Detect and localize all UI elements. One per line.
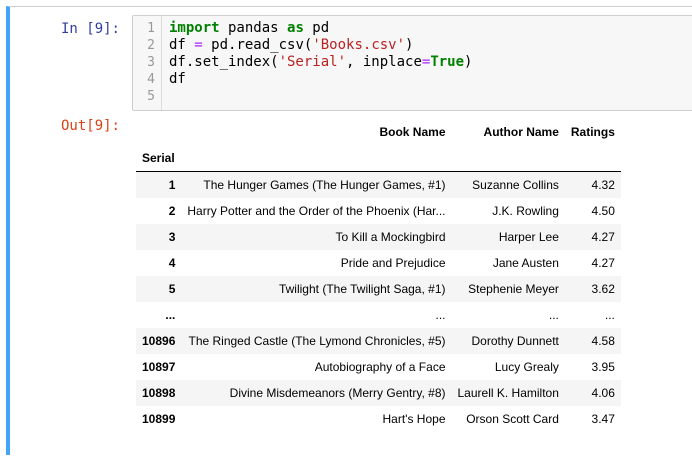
line-number: 5 [147,89,155,104]
blank-corner [136,119,181,145]
rating-cell: 4.27 [591,256,615,270]
code-editor[interactable]: 1 2 3 4 5 import pandas as pd df = pd.re… [132,15,692,111]
row-index: 10899 [142,412,176,426]
rating-cell: 4.06 [591,386,615,400]
row-index: 10897 [142,360,176,374]
column-header-book-name: Book Name [379,125,446,139]
row-index: 10898 [142,386,176,400]
code-line-4: df [169,71,186,87]
book-name-cell: Hart's Hope [382,412,446,426]
output-area: Book Name Author Name Ratings Serial 1 T… [132,119,692,454]
row-index: 5 [168,282,176,296]
author-name-cell: Lucy Grealy [494,360,559,374]
code-token: ) [464,54,473,70]
rating-cell: 4.32 [564,171,621,198]
row-index: 3 [168,230,176,244]
output-prompt: Out[9]: [60,118,120,134]
book-name-cell: Autobiography of a Face [314,360,446,374]
code-line-2: df = pd.read_csv('Books.csv') [169,37,413,54]
book-name-cell: The Hunger Games (The Hunger Games, #1) [181,171,452,198]
book-name-cell: To Kill a Mockingbird [335,230,446,244]
rating-cell: 3.62 [591,282,615,296]
code-line-1: import pandas as pd [169,20,329,37]
row-index: 4 [168,256,176,270]
rating-cell: 4.50 [591,204,615,218]
line-number: 1 [147,21,155,36]
code-token: df.set_index( [169,54,279,70]
book-name-cell: The Ringed Castle (The Lymond Chronicles… [188,334,446,348]
code-line-3: df.set_index('Serial', inplace=True) [169,54,472,71]
code-cell[interactable]: In [9]: 1 2 3 4 5 import pandas as pd df… [6,6,692,455]
ellipsis-row: ... ... ... ... [136,302,621,328]
book-name-cell: Twilight (The Twilight Saga, #1) [278,282,446,296]
book-name-cell: ... [435,308,446,322]
code-token: , inplace [346,54,422,70]
code-token: df [169,37,195,53]
input-prompt: In [9]: [60,21,120,37]
line-number: 3 [147,55,155,70]
blank-cell [181,145,451,172]
blank-cell [565,145,621,172]
line-number: 2 [147,38,155,53]
author-name-cell: Harper Lee [498,230,559,244]
index-name: Serial [142,151,175,165]
book-name-cell: Harry Potter and the Order of the Phoeni… [187,204,446,218]
line-number: 4 [147,72,155,87]
author-name-cell: Jane Austen [492,256,559,270]
rating-cell: 4.58 [591,334,615,348]
table-row: 10896 The Ringed Castle (The Lymond Chro… [136,328,621,354]
author-name-cell: Stephenie Meyer [468,282,559,296]
code-token: pandas [219,20,288,36]
table-row: 10898 Divine Misdemeanors (Merry Gentry,… [136,380,621,406]
index-name-row: Serial [136,145,621,172]
column-header-row: Book Name Author Name Ratings [136,119,621,145]
rating-cell: ... [604,308,615,322]
rating-cell: 4.27 [591,230,615,244]
row-index: 1 [136,171,182,198]
table-row: 10899 Hart's Hope Orson Scott Card 3.47 [136,406,621,432]
dataframe-table: Book Name Author Name Ratings Serial 1 T… [136,119,621,432]
string-literal: 'Serial' [278,54,347,70]
author-name-cell: J.K. Rowling [492,204,559,218]
code-token: pd.read_csv( [202,37,313,53]
table-row: 4 Pride and Prejudice Jane Austen 4.27 [136,250,621,276]
author-name-cell: Laurell K. Hamilton [457,386,559,400]
string-literal: 'Books.csv' [312,37,406,53]
code-token: ) [405,37,414,53]
table-row: 1 The Hunger Games (The Hunger Games, #1… [136,171,621,198]
column-header-author-name: Author Name [483,125,559,139]
author-name-cell: Orson Scott Card [466,412,559,426]
keyword-constant: True [430,54,465,70]
author-name-cell: Dorothy Dunnett [471,334,559,348]
blank-cell [452,145,565,172]
row-index: 2 [168,204,176,218]
row-index: 10896 [142,334,176,348]
book-name-cell: Pride and Prejudice [340,256,446,270]
code-token: pd [303,20,330,36]
author-name-cell: Suzanne Collins [451,171,565,198]
rating-cell: 3.47 [591,412,615,426]
book-name-cell: Divine Misdemeanors (Merry Gentry, #8) [229,386,446,400]
table-row: 2 Harry Potter and the Order of the Phoe… [136,198,621,224]
table-row: 10897 Autobiography of a Face Lucy Greal… [136,354,621,380]
keyword: import [169,20,220,36]
keyword: as [287,20,304,36]
table-row: 3 To Kill a Mockingbird Harper Lee 4.27 [136,224,621,250]
operator: = [194,37,203,53]
author-name-cell: ... [548,308,559,322]
rating-cell: 3.95 [591,360,615,374]
notebook: In [9]: 1 2 3 4 5 import pandas as pd df… [0,0,692,462]
column-header-ratings: Ratings [570,125,615,139]
row-index: ... [165,308,176,322]
table-row: 5 Twilight (The Twilight Saga, #1) Steph… [136,276,621,302]
